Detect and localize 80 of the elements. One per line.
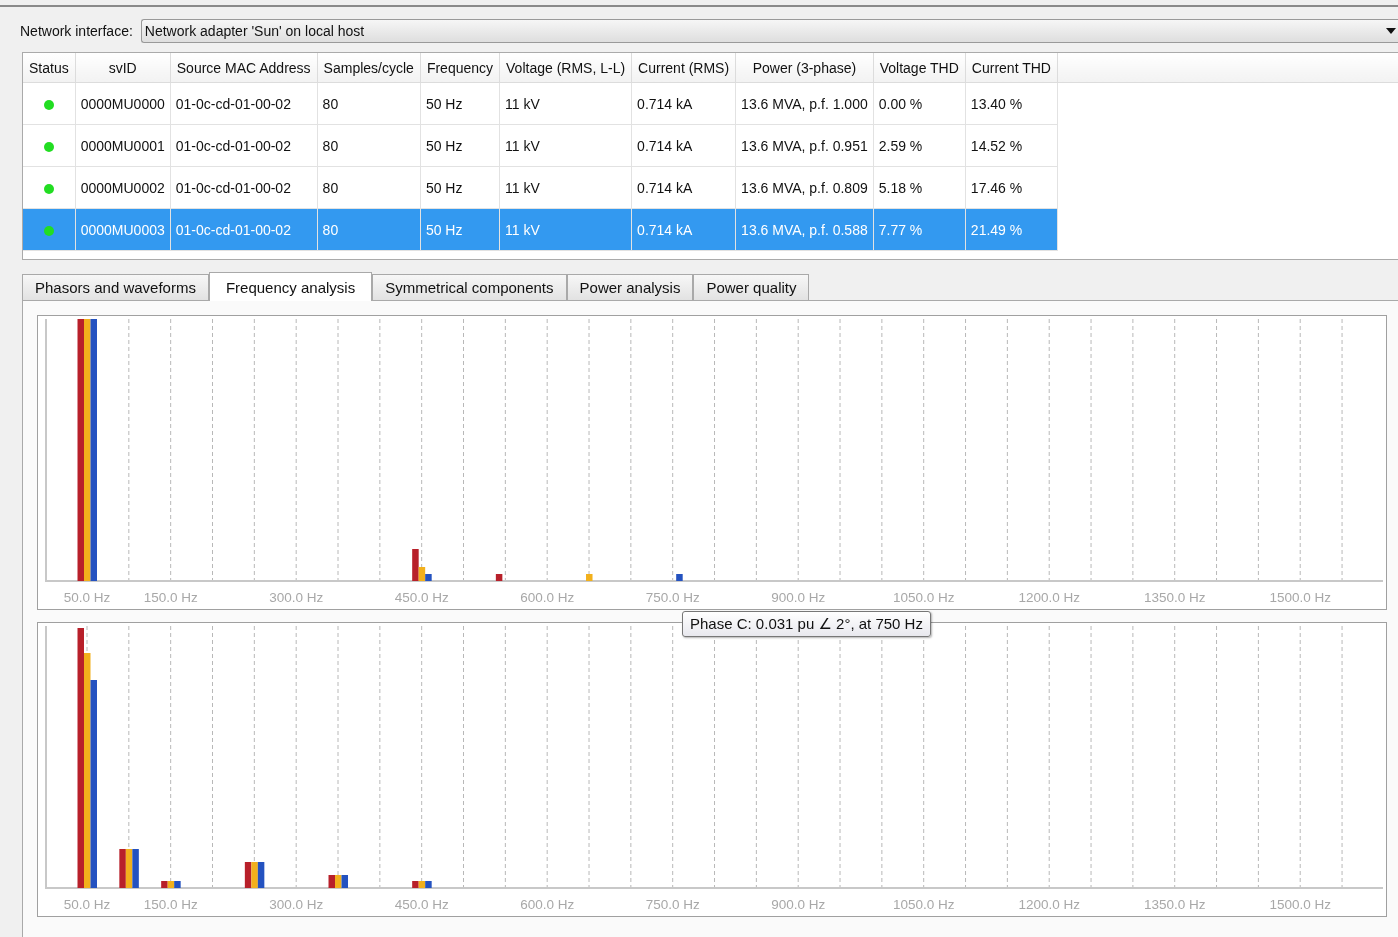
tab[interactable]: Frequency analysis [208, 272, 373, 301]
column-header[interactable]: Status [23, 53, 76, 83]
column-header[interactable]: Current (RMS) [631, 53, 736, 83]
table-cell: 13.6 MVA, p.f. 0.809 [735, 166, 874, 209]
axis-label: 300.0 Hz [269, 897, 324, 912]
axis-label: 600.0 Hz [520, 897, 575, 912]
table-cell: 0.714 kA [631, 208, 736, 251]
table-cell: 11 kV [499, 82, 632, 125]
axis-label: 50.0 Hz [63, 897, 111, 912]
column-header[interactable]: Voltage (RMS, L-L) [499, 53, 632, 83]
table-cell: 13.6 MVA, p.f. 0.588 [735, 208, 874, 251]
table-cell: 01-0c-cd-01-00-02 [170, 82, 318, 125]
tab[interactable]: Symmetrical components [372, 274, 567, 300]
table-cell: 13.40 % [965, 82, 1058, 125]
axis-label: 900.0 Hz [771, 897, 826, 912]
axis-label: 1350.0 Hz [1143, 590, 1206, 605]
table-cell: 11 kV [499, 208, 632, 251]
table-cell: 01-0c-cd-01-00-02 [170, 166, 318, 209]
table-row[interactable]: 0000MU0000 01-0c-cd-01-00-02 80 50 Hz 11 kV 0.714 kA 13.6 MVA, p.f. 1.000 0.00 % 13.40 % [23, 82, 1398, 125]
axis-label: 1200.0 Hz [1018, 897, 1080, 912]
table-cell: 5.18 % [873, 166, 966, 209]
table-cell: 13.6 MVA, p.f. 0.951 [735, 124, 874, 167]
axis-label: 150.0 Hz [143, 590, 198, 605]
network-interface-dropdown[interactable]: Network adapter 'Sun' on local host [140, 19, 1398, 43]
column-header[interactable]: svID [75, 53, 171, 83]
table-row[interactable]: 0000MU0002 01-0c-cd-01-00-02 80 50 Hz 11 kV 0.714 kA 13.6 MVA, p.f. 0.809 5.18 % 17.46 % [23, 166, 1398, 209]
column-header[interactable]: Source MAC Address [170, 53, 318, 83]
axis-label: 750.0 Hz [645, 590, 700, 605]
caret-icon [1386, 28, 1396, 34]
table-cell: 0.714 kA [631, 166, 736, 209]
table-cell: 13.6 MVA, p.f. 1.000 [735, 82, 874, 125]
tab[interactable]: Power analysis [566, 274, 694, 300]
field-label: Network interface: [20, 23, 133, 39]
axis-label: 1350.0 Hz [1143, 897, 1206, 912]
table-cell: 01-0c-cd-01-00-02 [170, 208, 318, 251]
column-header[interactable]: Samples/cycle [317, 53, 421, 83]
table-cell: 80 [317, 82, 421, 125]
table-cell: 0000MU0002 [75, 166, 171, 209]
axis-label: 1050.0 Hz [892, 897, 955, 912]
axis-label: 600.0 Hz [520, 590, 575, 605]
axis-label: 150.0 Hz [143, 897, 198, 912]
table-cell: 2.59 % [873, 124, 966, 167]
table-cell: 80 [317, 124, 421, 167]
axis-label: 450.0 Hz [394, 897, 449, 912]
table-cell: 11 kV [499, 166, 632, 209]
table-cell: 0000MU0003 [75, 208, 171, 251]
column-header[interactable]: Voltage THD [873, 53, 966, 83]
column-header[interactable]: Current THD [965, 53, 1058, 83]
table-cell: 0.714 kA [631, 82, 736, 125]
table-cell: 17.46 % [965, 166, 1058, 209]
table-cell: 21.49 % [965, 208, 1058, 251]
axis-label: 50.0 Hz [63, 590, 111, 605]
axis-label: 1500.0 Hz [1269, 590, 1331, 605]
column-header[interactable]: Power (3-phase) [735, 53, 874, 83]
column-header[interactable]: Frequency [420, 53, 500, 83]
axis-label: 750.0 Hz [645, 897, 700, 912]
table-cell: 0.714 kA [631, 124, 736, 167]
table-cell: 50 Hz [420, 124, 500, 167]
table-cell: 80 [317, 166, 421, 209]
axis-label: 900.0 Hz [771, 590, 826, 605]
table-cell: 11 kV [499, 124, 632, 167]
axis-label: 1200.0 Hz [1018, 590, 1080, 605]
table-cell: 14.52 % [965, 124, 1058, 167]
table-cell: 50 Hz [420, 82, 500, 125]
axis-label: 1050.0 Hz [892, 590, 955, 605]
table-cell: 0000MU0001 [75, 124, 171, 167]
table-cell: 0000MU0000 [75, 82, 171, 125]
tab[interactable]: Power quality [693, 274, 810, 300]
table-cell: 80 [317, 208, 421, 251]
axis-label: 300.0 Hz [269, 590, 324, 605]
table-row[interactable]: 0000MU0001 01-0c-cd-01-00-02 80 50 Hz 11 kV 0.714 kA 13.6 MVA, p.f. 0.951 2.59 % 14.52 % [23, 124, 1398, 167]
table-cell: 0.00 % [873, 82, 966, 125]
tab[interactable]: Phasors and waveforms [22, 274, 209, 300]
axis-label: 450.0 Hz [394, 590, 449, 605]
table-cell: 50 Hz [420, 166, 500, 209]
table-cell: 50 Hz [420, 208, 500, 251]
axis-label: 1500.0 Hz [1269, 897, 1331, 912]
table-cell: 01-0c-cd-01-00-02 [170, 124, 318, 167]
tooltip: Phase C: 0.031 pu ∠ 2°, at 750 Hz [682, 611, 931, 637]
table-cell: 7.77 % [873, 208, 966, 251]
